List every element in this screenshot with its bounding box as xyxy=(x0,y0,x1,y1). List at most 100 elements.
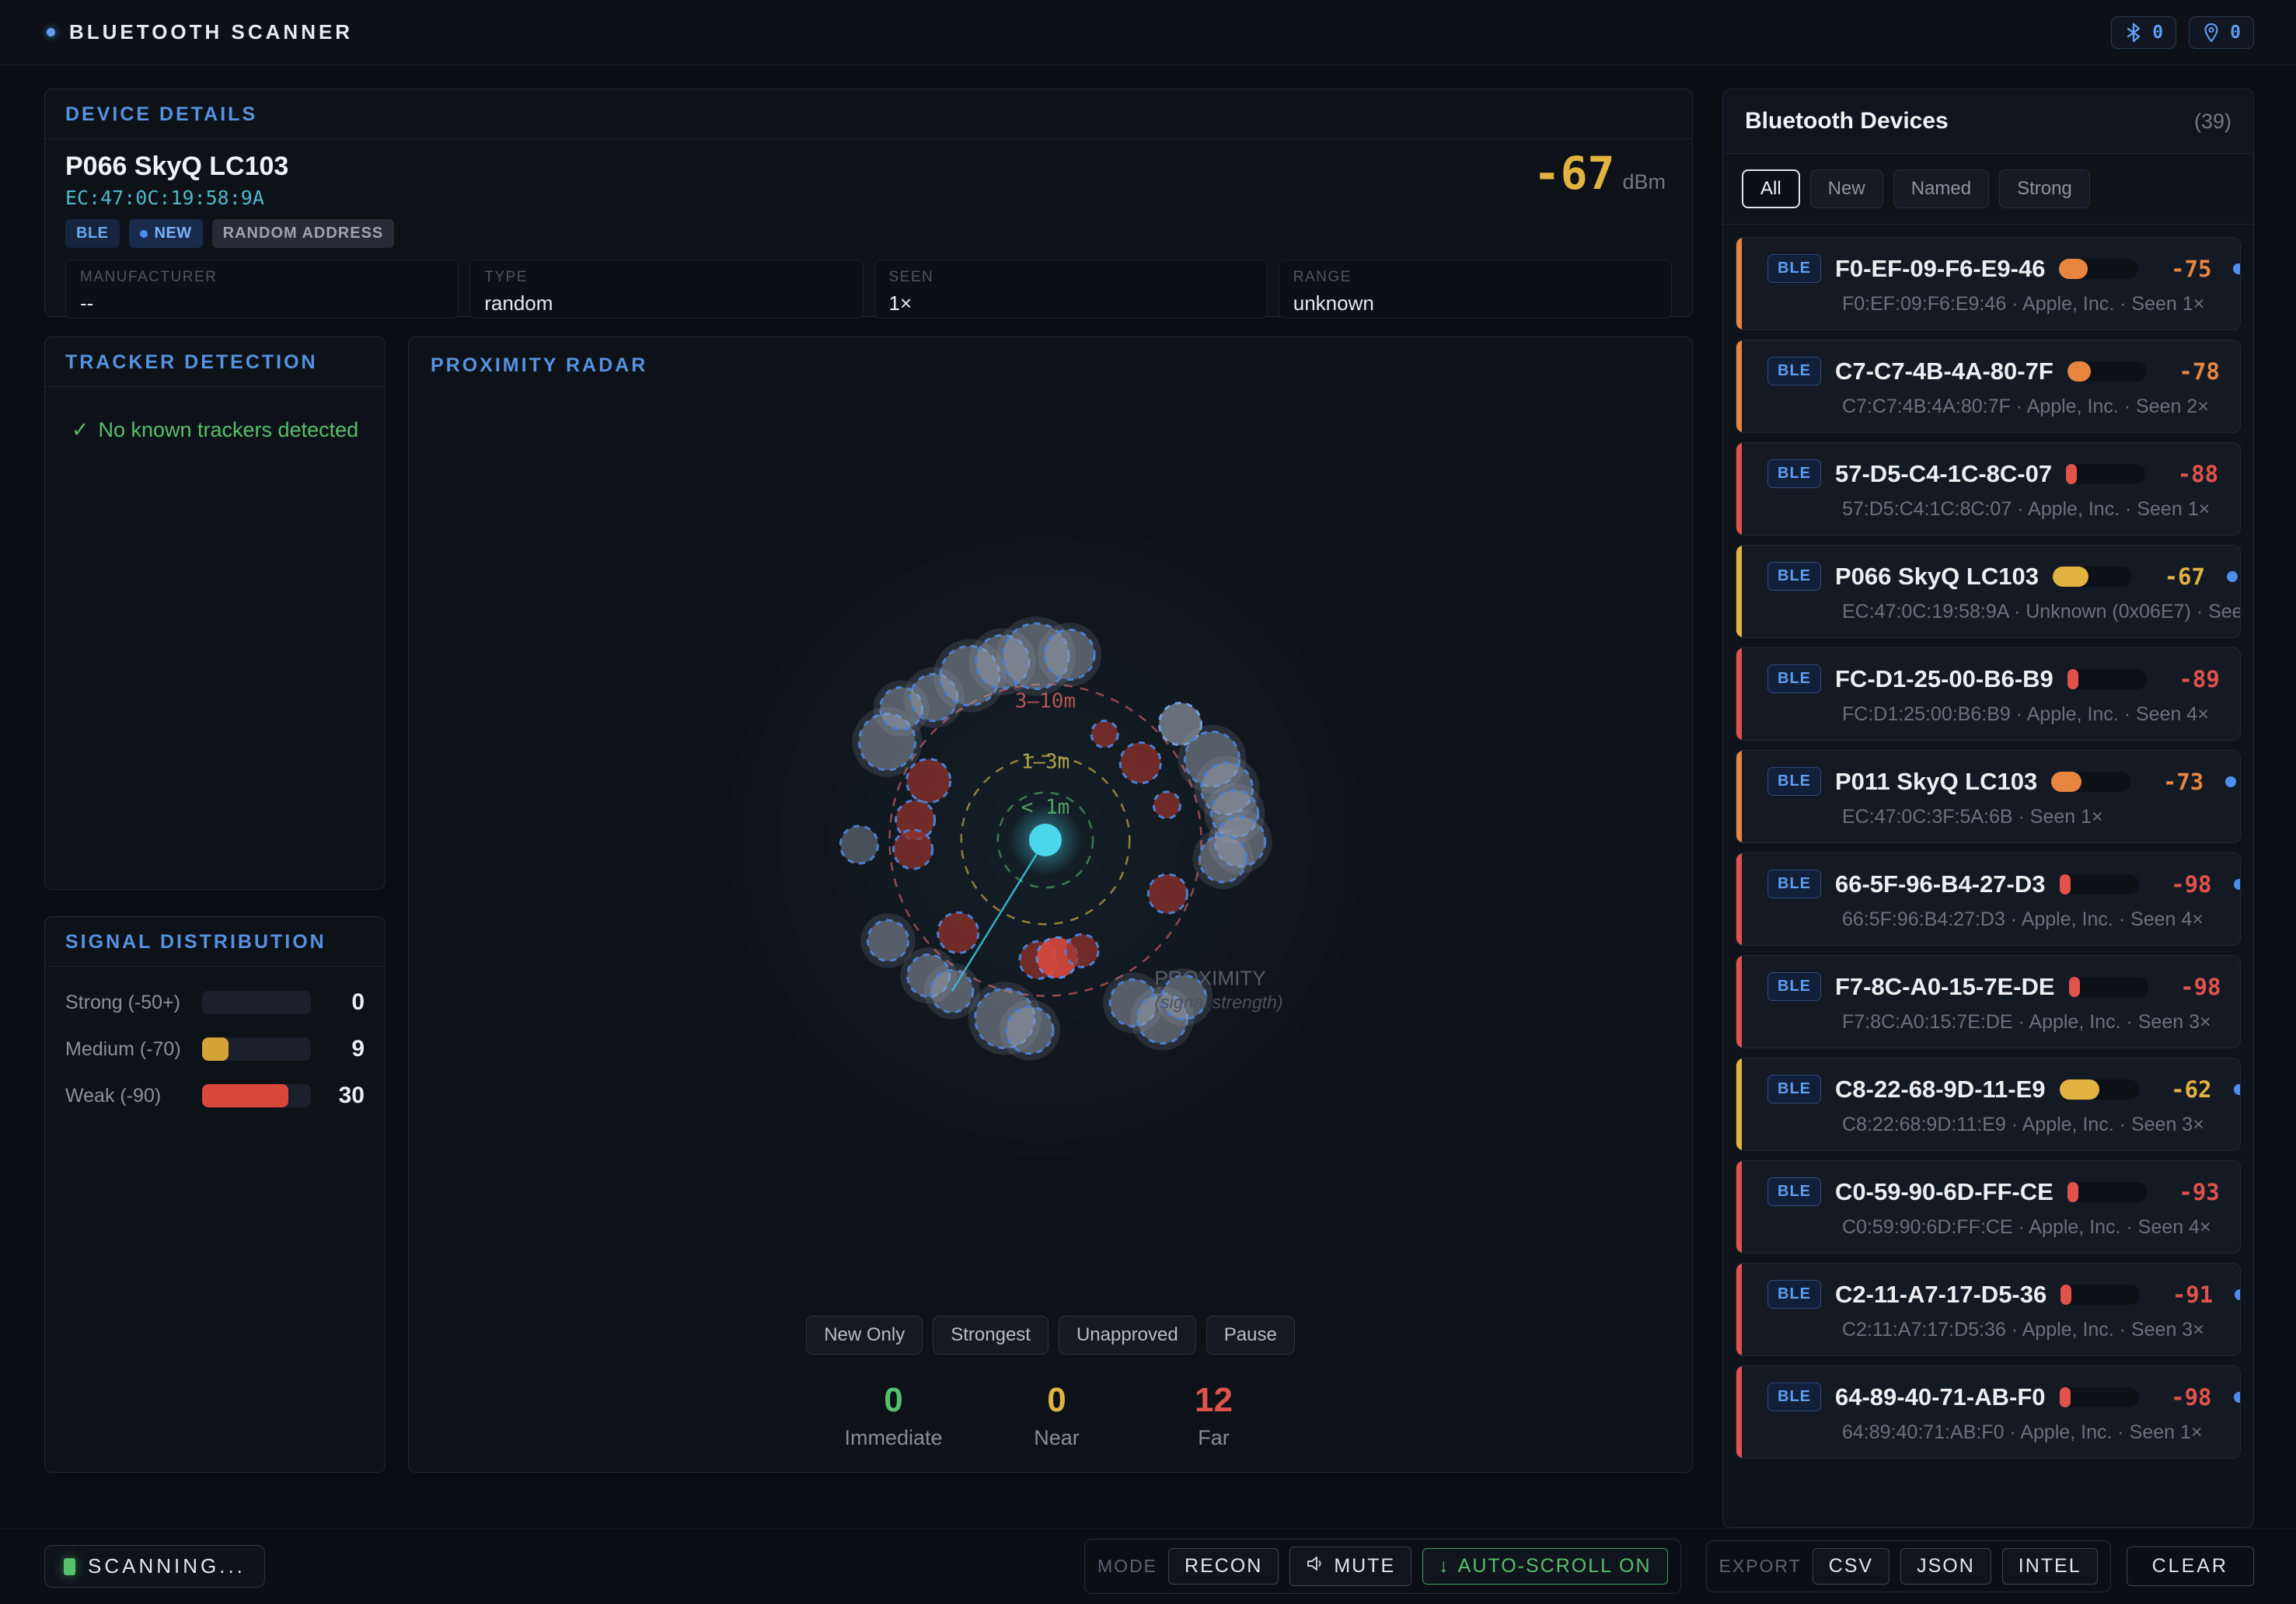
bottom-bar: SCANNING... MODE RECON MUTE ↓ AUTO-SCROL… xyxy=(0,1528,2296,1604)
device-list-item[interactable]: BLEP011 SkyQ LC103-73EC:47:0C:3F:5A:6B ·… xyxy=(1736,750,2241,843)
clear-button[interactable]: CLEAR xyxy=(2127,1546,2254,1586)
device-field-range: RANGEunknown xyxy=(1279,260,1672,319)
location-count-badge[interactable]: 0 xyxy=(2189,16,2254,49)
device-node-red[interactable] xyxy=(907,759,951,803)
signal-row-count: 0 xyxy=(311,989,365,1016)
device-node-red[interactable] xyxy=(1148,874,1187,913)
tab-all[interactable]: All xyxy=(1742,169,1800,208)
device-node-gray[interactable] xyxy=(1199,835,1246,882)
status-dot xyxy=(2234,1392,2242,1403)
signal-strength-bar xyxy=(2059,259,2138,279)
device-name: C0-59-90-6D-FF-CE xyxy=(1835,1178,2053,1206)
export-json-button[interactable]: JSON xyxy=(1900,1548,1991,1585)
device-list-item[interactable]: BLEC8-22-68-9D-11-E9-62C8:22:68:9D:11:E9… xyxy=(1736,1058,2241,1151)
export-intel-button[interactable]: INTEL xyxy=(2002,1548,2098,1585)
radar-filter-unapproved[interactable]: Unapproved xyxy=(1059,1316,1196,1355)
device-accent-bar xyxy=(1736,1264,1742,1355)
mute-button[interactable]: MUTE xyxy=(1289,1546,1411,1586)
device-row-main: BLEC8-22-68-9D-11-E9-62 xyxy=(1767,1075,2223,1104)
selected-device-rssi: -67 dBm xyxy=(1534,147,1666,200)
proximity-stat-far: 12Far xyxy=(1171,1381,1257,1450)
radar-filter-buttons: New Only Strongest Unapproved Pause xyxy=(409,1316,1692,1355)
device-node-red[interactable] xyxy=(1153,792,1180,818)
ble-badge: BLE xyxy=(1767,459,1821,488)
device-accent-bar xyxy=(1736,340,1742,432)
scanning-label: SCANNING... xyxy=(88,1554,246,1578)
device-list-item[interactable]: BLEC2-11-A7-17-D5-36-91C2:11:A7:17:D5:36… xyxy=(1736,1263,2241,1356)
device-list-item[interactable]: BLEF0-EF-09-F6-E9-46-75F0:EF:09:F6:E9:46… xyxy=(1736,237,2241,330)
device-node-red[interactable] xyxy=(1066,934,1098,967)
device-accent-bar xyxy=(1736,546,1742,637)
signal-strength-fill xyxy=(2053,567,2088,587)
device-list: BLEF0-EF-09-F6-E9-46-75F0:EF:09:F6:E9:46… xyxy=(1723,225,2253,1527)
autoscroll-label: AUTO-SCROLL ON xyxy=(1458,1555,1652,1578)
export-csv-button[interactable]: CSV xyxy=(1813,1548,1889,1585)
signal-bar-track xyxy=(202,1084,311,1107)
device-rssi: -98 xyxy=(2153,1384,2212,1410)
autoscroll-button[interactable]: ↓ AUTO-SCROLL ON xyxy=(1422,1548,1667,1585)
device-name: P011 SkyQ LC103 xyxy=(1835,768,2037,796)
device-name: 66-5F-96-B4-27-D3 xyxy=(1835,870,2046,898)
device-accent-bar xyxy=(1736,1058,1742,1150)
device-subtext: C2:11:A7:17:D5:36 · Apple, Inc. · Seen 3… xyxy=(1842,1319,2223,1341)
radar-filter-pause[interactable]: Pause xyxy=(1206,1316,1295,1355)
left-column: DEVICE DETAILS P066 SkyQ LC103 EC:47:0C:… xyxy=(44,89,1693,1528)
bluetooth-icon xyxy=(2124,23,2143,43)
location-count: 0 xyxy=(2230,23,2241,43)
device-node-red[interactable] xyxy=(938,912,979,953)
stat-value: 0 xyxy=(844,1381,942,1420)
tab-strong[interactable]: Strong xyxy=(1999,169,2090,208)
bluetooth-count: 0 xyxy=(2152,23,2163,43)
device-list-item[interactable]: BLEC0-59-90-6D-FF-CE-93C0:59:90:6D:FF:CE… xyxy=(1736,1160,2241,1254)
device-field-manufacturer: MANUFACTURER-- xyxy=(65,260,459,319)
signal-strength-fill xyxy=(2067,669,2078,689)
tab-named[interactable]: Named xyxy=(1893,169,1989,208)
device-accent-bar xyxy=(1736,853,1742,945)
device-row-main: BLEFC-D1-25-00-B6-B9-89 xyxy=(1767,664,2223,693)
signal-row-label: Strong (-50+) xyxy=(65,992,202,1014)
device-subtext: C0:59:90:6D:FF:CE · Apple, Inc. · Seen 4… xyxy=(1842,1216,2223,1239)
device-list-item[interactable]: BLEC7-C7-4B-4A-80-7F-78C7:C7:4B:4A:80:7F… xyxy=(1736,340,2241,433)
tracker-status-text: No known trackers detected xyxy=(98,418,358,442)
device-name: 57-D5-C4-1C-8C-07 xyxy=(1835,460,2052,488)
device-list-item[interactable]: BLEFC-D1-25-00-B6-B9-89FC:D1:25:00:B6:B9… xyxy=(1736,647,2241,741)
signal-strength-fill xyxy=(2060,1079,2099,1100)
ble-badge: BLE xyxy=(1767,357,1821,385)
device-name: FC-D1-25-00-B6-B9 xyxy=(1835,665,2053,693)
signal-bar-fill xyxy=(202,1084,288,1107)
device-list-item[interactable]: BLE64-89-40-71-AB-F0-9864:89:40:71:AB:F0… xyxy=(1736,1365,2241,1459)
radar-header: PROXIMITY RADAR xyxy=(409,337,1692,382)
device-list-item[interactable]: BLEP066 SkyQ LC103-67EC:47:0C:19:58:9A ·… xyxy=(1736,545,2241,638)
device-subtext: 66:5F:96:B4:27:D3 · Apple, Inc. · Seen 4… xyxy=(1842,908,2223,931)
radar-watermark-title: PROXIMITY xyxy=(1154,966,1265,989)
device-row-main: BLE64-89-40-71-AB-F0-98 xyxy=(1767,1383,2223,1411)
device-list-item[interactable]: BLE57-D5-C4-1C-8C-07-8857:D5:C4:1C:8C:07… xyxy=(1736,442,2241,535)
device-details-header: DEVICE DETAILS xyxy=(45,89,1692,139)
device-node-red[interactable] xyxy=(894,830,933,869)
mode-button[interactable]: RECON xyxy=(1168,1548,1279,1585)
signal-header: SIGNAL DISTRIBUTION xyxy=(45,917,385,967)
device-node-red[interactable] xyxy=(1091,721,1118,748)
tab-new[interactable]: New xyxy=(1810,169,1883,208)
ble-badge: BLE xyxy=(1767,767,1821,796)
device-node-gray[interactable] xyxy=(840,826,878,863)
device-node-gray[interactable] xyxy=(1045,629,1094,679)
device-field-type: TYPErandom xyxy=(469,260,863,319)
device-node-gray[interactable] xyxy=(1007,1006,1053,1053)
device-subtext: 57:D5:C4:1C:8C:07 · Apple, Inc. · Seen 1… xyxy=(1842,498,2223,521)
field-value: random xyxy=(484,291,848,316)
device-list-item[interactable]: BLE66-5F-96-B4-27-D3-9866:5F:96:B4:27:D3… xyxy=(1736,853,2241,946)
export-label: EXPORT xyxy=(1719,1556,1802,1577)
location-pin-icon xyxy=(2202,23,2221,43)
bluetooth-count-badge[interactable]: 0 xyxy=(2111,16,2176,49)
device-node-gray[interactable] xyxy=(867,920,908,961)
device-node-red[interactable] xyxy=(1120,743,1160,783)
radar-filter-strongest[interactable]: Strongest xyxy=(933,1316,1049,1355)
radar-filter-new-only[interactable]: New Only xyxy=(806,1316,923,1355)
radar-watermark-subtitle: (signal strength) xyxy=(1154,992,1282,1012)
device-badge-new: NEW xyxy=(129,219,203,248)
ble-badge: BLE xyxy=(1767,1280,1821,1309)
device-accent-bar xyxy=(1736,956,1742,1048)
device-list-item[interactable]: BLEF7-8C-A0-15-7E-DE-98F7:8C:A0:15:7E:DE… xyxy=(1736,955,2241,1048)
scanning-status: SCANNING... xyxy=(44,1545,265,1588)
